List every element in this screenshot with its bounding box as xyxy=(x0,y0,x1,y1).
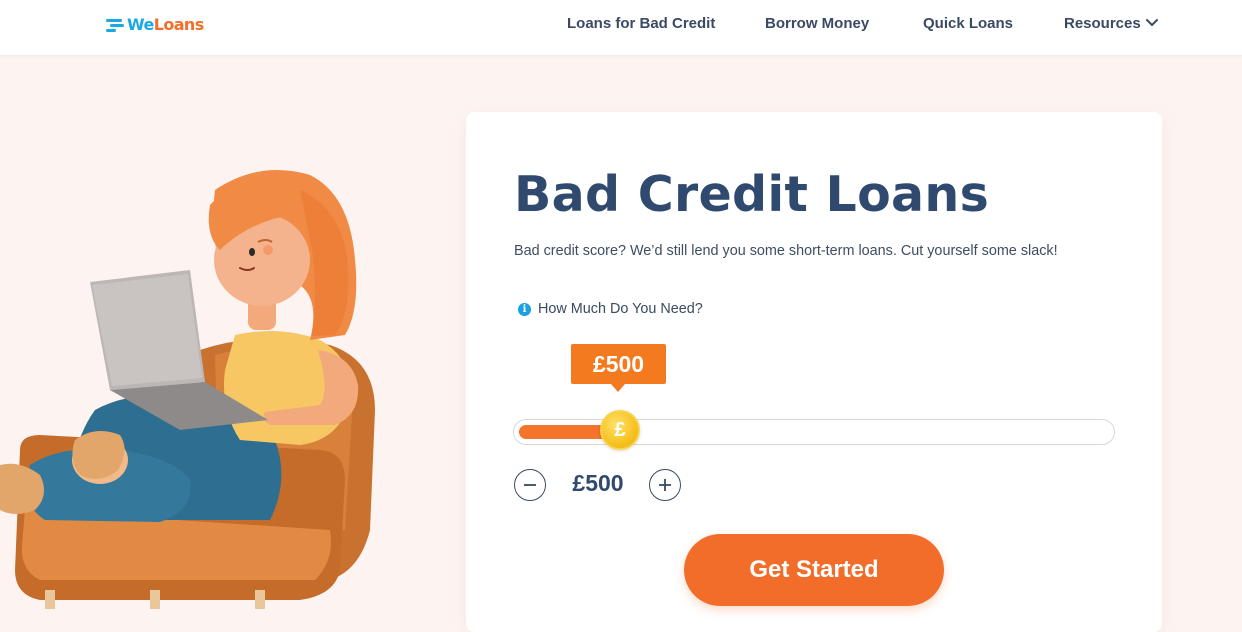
amount-question-label: How Much Do You Need? xyxy=(538,301,703,317)
nav-quick-loans[interactable]: Quick Loans xyxy=(923,15,1013,32)
page-title: Bad Credit Loans xyxy=(514,166,990,223)
decrease-amount-button[interactable] xyxy=(514,469,546,501)
get-started-button[interactable]: Get Started xyxy=(684,534,944,606)
info-icon[interactable]: i xyxy=(518,302,531,316)
increase-amount-button[interactable] xyxy=(649,469,681,501)
amount-value: £500 xyxy=(572,470,624,496)
nav-borrow-money[interactable]: Borrow Money xyxy=(765,15,869,32)
nav-resources[interactable]: Resources xyxy=(1064,15,1141,32)
loan-form-card: Bad Credit Loans Bad credit score? We’d … xyxy=(466,112,1162,632)
minus-icon xyxy=(524,484,536,486)
chevron-down-icon[interactable] xyxy=(1146,18,1158,28)
pound-coin-slider-thumb[interactable]: £ xyxy=(600,410,640,450)
amount-tooltip: £500 xyxy=(571,344,666,392)
weloans-logo[interactable]: WeLoans xyxy=(106,13,204,35)
page-subtitle: Bad credit score? We’d still lend you so… xyxy=(514,243,1058,259)
logo-loans-text: Loans xyxy=(153,14,205,34)
plus-icon xyxy=(659,479,671,491)
woman-with-laptop-illustration xyxy=(0,170,375,609)
site-header: WeLoans Loans for Bad Credit Borrow Mone… xyxy=(0,0,1242,56)
card-icon xyxy=(106,17,126,32)
nav-loans-for-bad-credit[interactable]: Loans for Bad Credit xyxy=(567,15,715,32)
logo-we-text: We xyxy=(127,14,154,34)
amount-question: i How Much Do You Need? xyxy=(518,301,703,317)
